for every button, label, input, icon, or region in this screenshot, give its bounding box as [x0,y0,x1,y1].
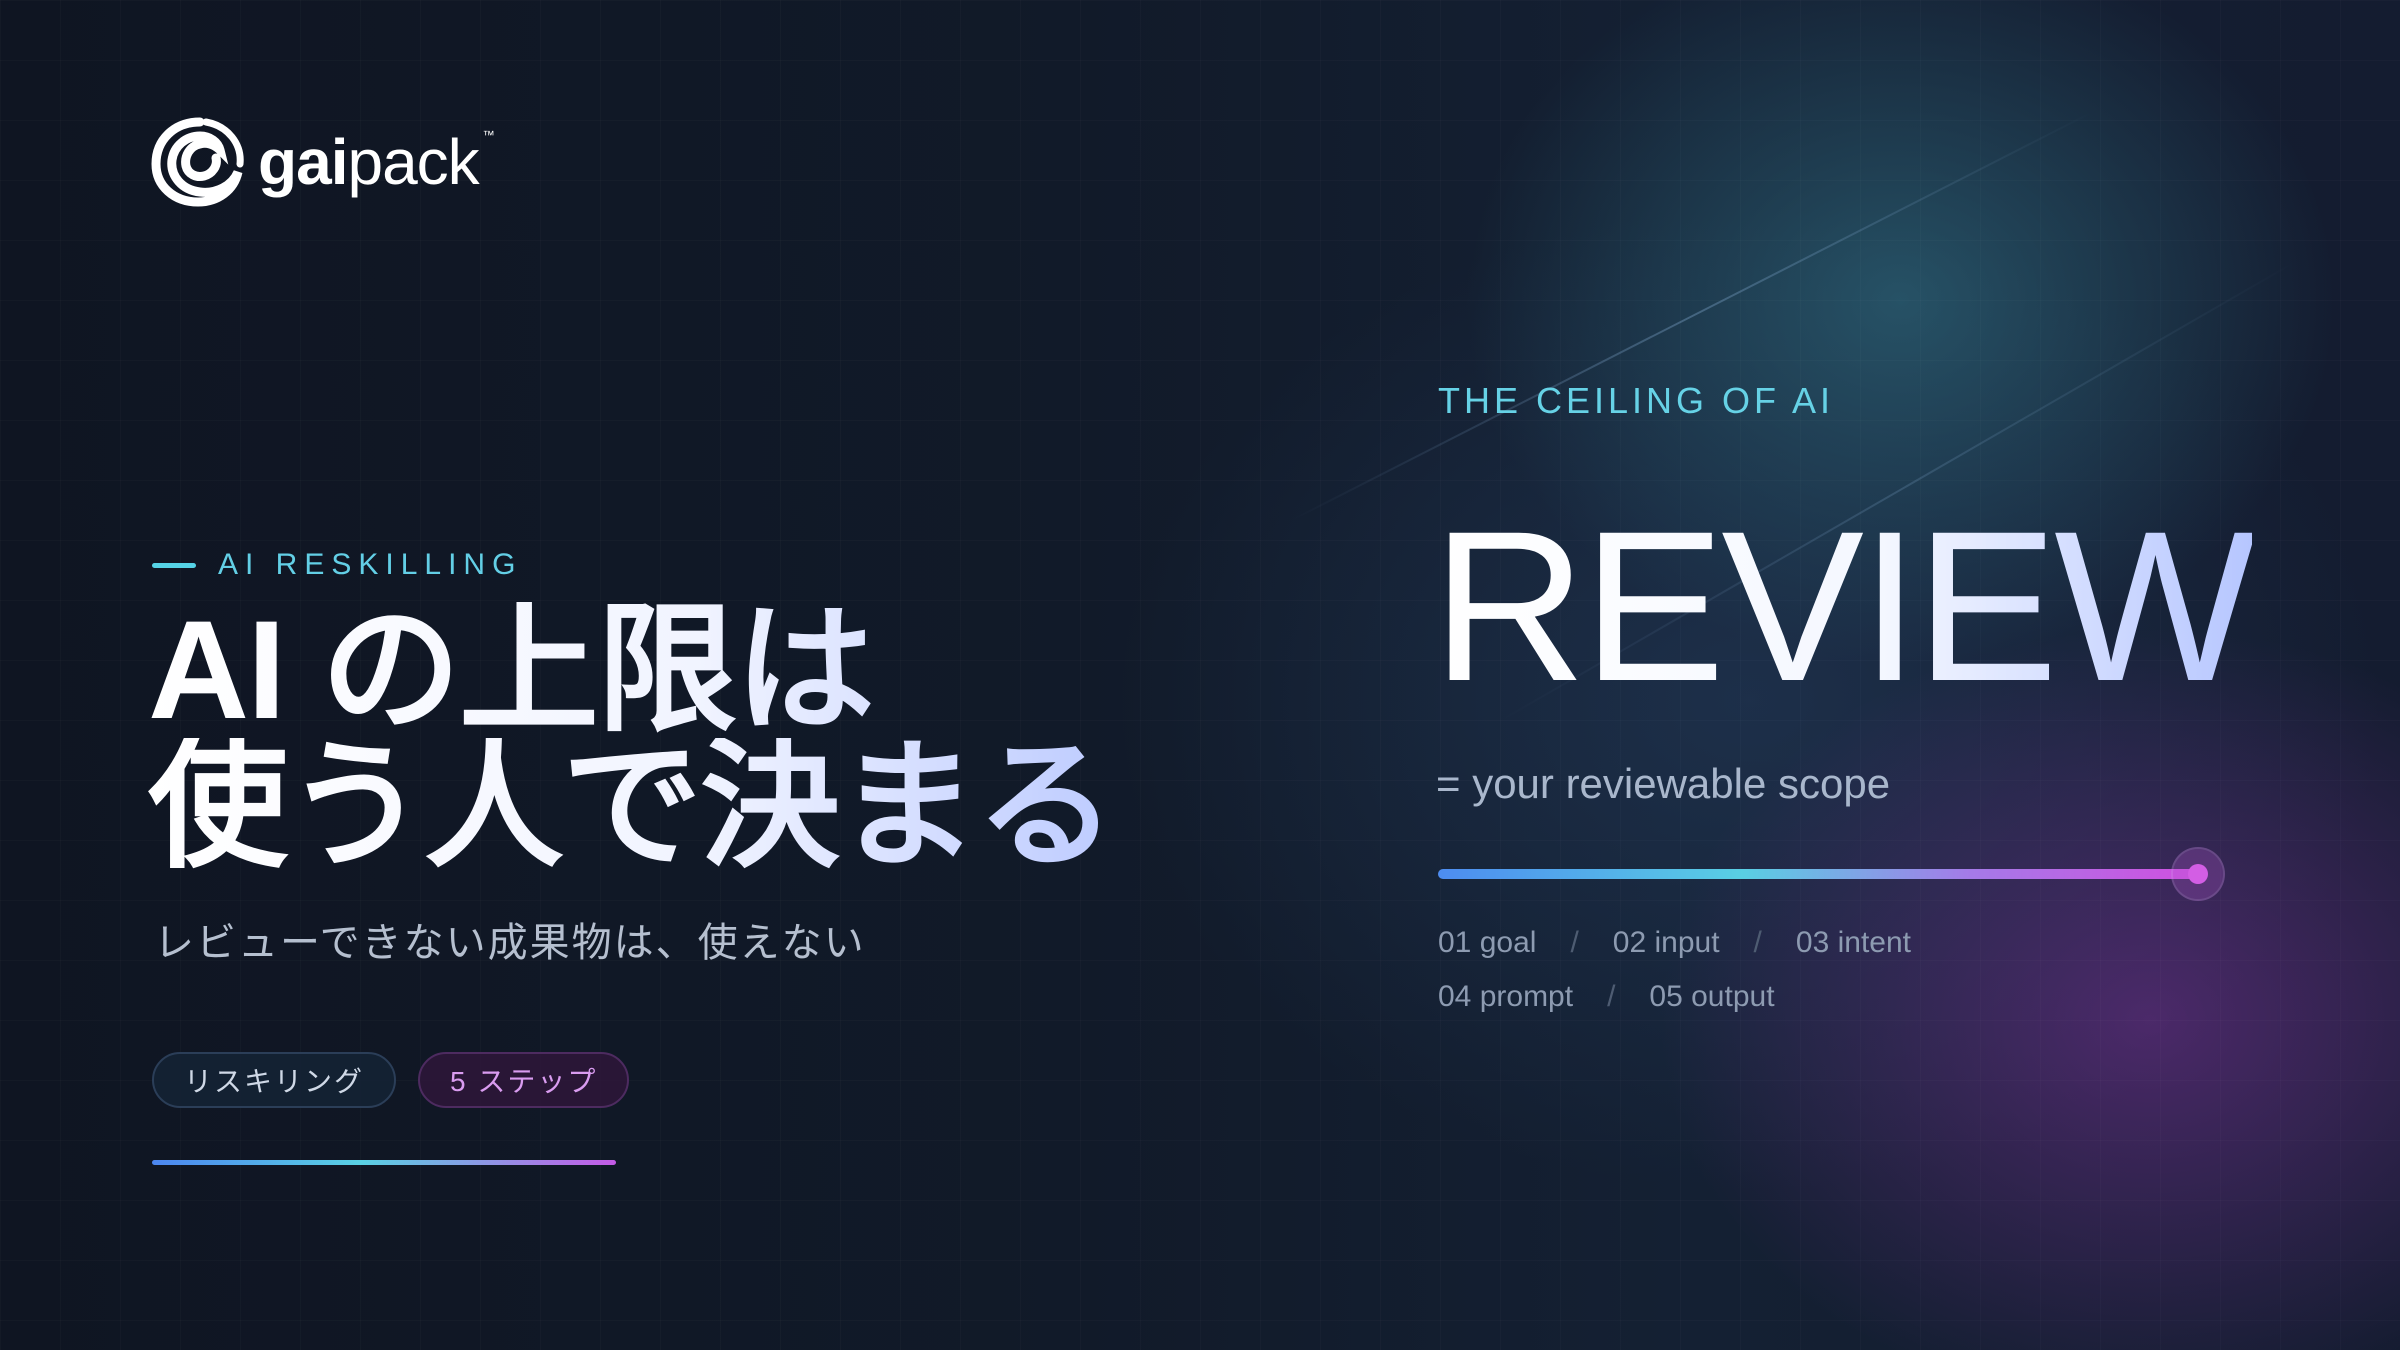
trademark-symbol: ™ [482,128,495,142]
progress-track [1438,849,2223,899]
section-kicker: THE CEILING OF AI [1438,380,1835,421]
page-title: AI の上限は 使う人で決まる [148,600,1148,876]
brand-wordmark: gaipack [258,130,480,194]
eyebrow-label: AI RESKILLING [218,548,523,581]
step-separator: / [1570,926,1579,959]
step-item: 01 goal [1438,926,1537,959]
progress-knob[interactable] [2173,849,2223,899]
tag-list: リスキリング 5 ステップ [152,1052,630,1108]
hero-caption: = your reviewable scope [1436,760,1891,807]
slide: gaipack ™ AI RESKILLING AI の上限は 使う人で決まる … [0,0,2400,1350]
tag-five-steps[interactable]: 5 ステップ [418,1052,630,1108]
eyebrow: AI RESKILLING [152,548,522,582]
hero-word: REVIEW [1432,487,2256,726]
step-item: 03 intent [1795,926,1911,959]
step-separator: / [1607,980,1616,1013]
step-item: 04 prompt [1438,980,1574,1013]
brand-logo[interactable]: gaipack ™ [148,114,495,210]
gradient-divider [152,1160,616,1165]
swirl-logo-icon [151,117,244,207]
step-item: 02 input [1612,926,1720,959]
brand-wordmark-bold: gai [258,126,348,198]
progress-fill [1438,869,2200,879]
step-row-2: 04 prompt / 05 output [1438,970,2138,1024]
step-item: 05 output [1649,980,1775,1013]
title-line-2: 使う人で決まる [148,736,1148,876]
eyebrow-accent-line [152,562,196,568]
title-line-1: AI の上限は [148,600,1148,740]
brand-wordmark-light: pack [347,126,479,198]
step-row-1: 01 goal / 02 input / 03 intent [1438,916,2138,970]
step-list: 01 goal / 02 input / 03 intent 04 prompt… [1438,916,2138,1024]
step-separator: / [1753,926,1762,959]
tag-reskilling[interactable]: リスキリング [152,1052,397,1108]
subtitle: レビューできない成果物は、使えない [154,921,866,965]
